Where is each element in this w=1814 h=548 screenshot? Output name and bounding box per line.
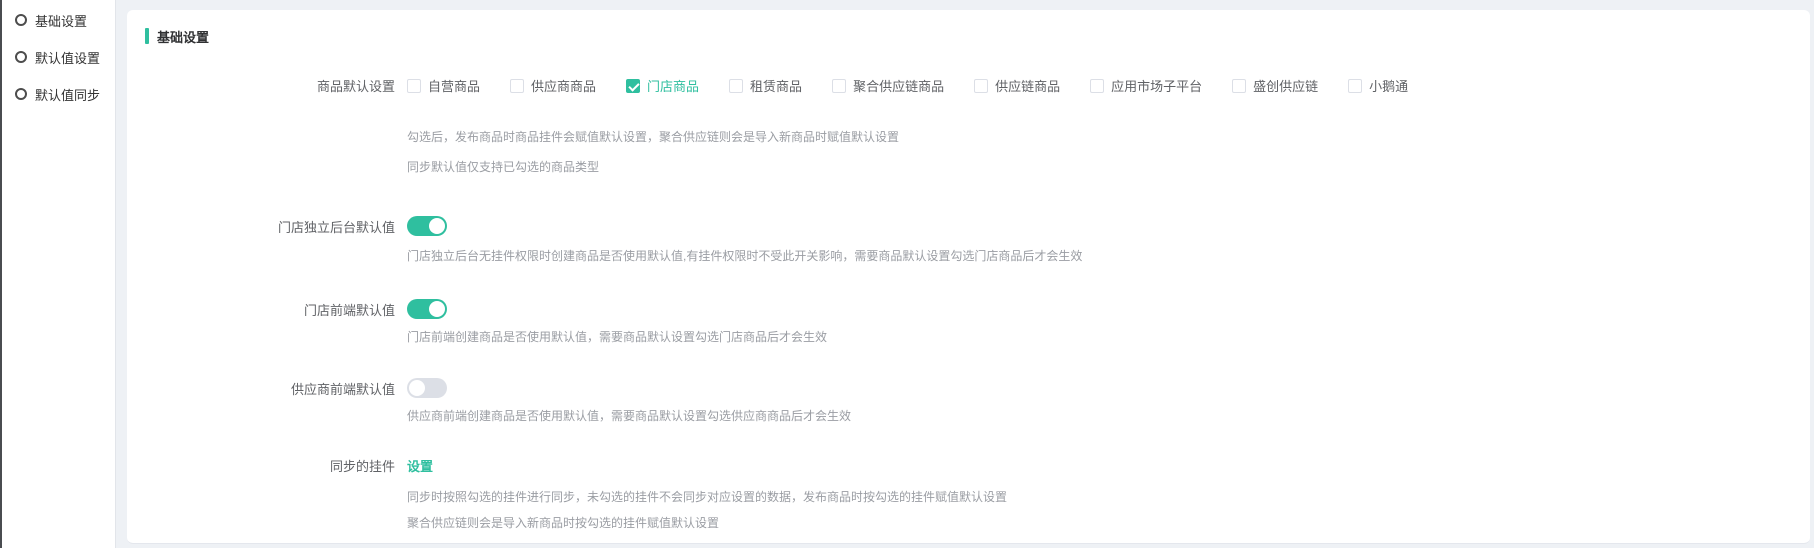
checkbox-product-type-2[interactable]: 门店商品	[626, 76, 699, 95]
supplier-front-default-desc: 供应商前端创建商品是否使用默认值，需要商品默认设置勾选供应商商品后才会生效	[407, 407, 1810, 424]
checkbox-checked-icon	[626, 79, 640, 93]
sidebar-item-2[interactable]: 默认值同步	[15, 84, 115, 104]
checkbox-icon	[729, 79, 743, 93]
checkbox-icon	[407, 79, 421, 93]
checkbox-icon	[1090, 79, 1104, 93]
product-type-checkbox-group: 自营商品 供应商商品 门店商品 租赁商品 聚合供应链商品 供应链商品 应用市场子平台 盛创供应…	[407, 76, 1408, 95]
settings-panel: 基础设置 商品默认设置 自营商品 供应商商品 门店商品 租赁商品 聚合供应链商品 供应链商…	[127, 10, 1810, 544]
checkbox-icon	[974, 79, 988, 93]
product-defaults-hint: 勾选后，发布商品时商品挂件会赋值默认设置，聚合供应链则会是导入新商品时赋值默认设…	[407, 128, 1810, 145]
sidebar-item-label: 基础设置	[35, 11, 87, 30]
row-label: 同步的挂件	[145, 456, 395, 475]
checkbox-label: 租赁商品	[750, 76, 802, 95]
supplier-front-default-toggle[interactable]	[407, 378, 447, 398]
header-accent-bar	[145, 28, 149, 44]
toggle-knob	[409, 380, 425, 396]
row-label: 商品默认设置	[145, 76, 395, 95]
toggle-knob	[429, 301, 445, 317]
checkbox-product-type-7[interactable]: 盛创供应链	[1232, 76, 1318, 95]
checkbox-icon	[832, 79, 846, 93]
store-backend-default-toggle[interactable]	[407, 216, 447, 236]
toggle-knob	[429, 218, 445, 234]
checkbox-product-type-6[interactable]: 应用市场子平台	[1090, 76, 1202, 95]
checkbox-icon	[510, 79, 524, 93]
row-product-default-settings: 商品默认设置 自营商品 供应商商品 门店商品 租赁商品 聚合供应链商品 供应链商品 应用市场…	[145, 76, 1810, 95]
sync-widget-desc-line2: 聚合供应链则会是导入新商品时按勾选的挂件赋值默认设置	[407, 514, 1810, 531]
row-store-backend-default: 门店独立后台默认值	[145, 216, 1810, 236]
checkbox-label: 自营商品	[428, 76, 480, 95]
sidebar-item-0[interactable]: 基础设置	[15, 10, 115, 30]
checkbox-label: 小鹅通	[1369, 76, 1408, 95]
sidebar-item-label: 默认值设置	[35, 48, 100, 67]
store-front-default-desc: 门店前端创建商品是否使用默认值，需要商品默认设置勾选门店商品后才会生效	[407, 328, 1810, 345]
checkbox-label: 供应商商品	[531, 76, 596, 95]
sync-widget-settings-link[interactable]: 设置	[407, 456, 433, 475]
checkbox-label: 供应链商品	[995, 76, 1060, 95]
checkbox-label: 聚合供应链商品	[853, 76, 944, 95]
radio-icon	[15, 51, 27, 63]
row-label: 门店前端默认值	[145, 300, 395, 319]
sync-widget-desc-line1: 同步时按照勾选的挂件进行同步，未勾选的挂件不会同步对应设置的数据，发布商品时按勾…	[407, 488, 1810, 505]
checkbox-product-type-4[interactable]: 聚合供应链商品	[832, 76, 944, 95]
checkbox-product-type-1[interactable]: 供应商商品	[510, 76, 596, 95]
row-store-front-default: 门店前端默认值	[145, 299, 1810, 319]
sync-support-hint: 同步默认值仅支持已勾选的商品类型	[407, 158, 1810, 175]
checkbox-label: 盛创供应链	[1253, 76, 1318, 95]
panel-header: 基础设置	[145, 27, 1810, 45]
row-supplier-front-default: 供应商前端默认值	[145, 378, 1810, 398]
sidebar-item-label: 默认值同步	[35, 85, 100, 104]
checkbox-icon	[1348, 79, 1362, 93]
sidebar-item-1[interactable]: 默认值设置	[15, 47, 115, 67]
radio-icon	[15, 88, 27, 100]
row-label: 供应商前端默认值	[145, 379, 395, 398]
store-backend-default-desc: 门店独立后台无挂件权限时创建商品是否使用默认值,有挂件权限时不受此开关影响，需要…	[407, 247, 1810, 264]
checkbox-product-type-0[interactable]: 自营商品	[407, 76, 480, 95]
checkbox-label: 应用市场子平台	[1111, 76, 1202, 95]
checkbox-product-type-8[interactable]: 小鹅通	[1348, 76, 1408, 95]
checkbox-icon	[1232, 79, 1246, 93]
radio-icon	[15, 14, 27, 26]
checkbox-product-type-3[interactable]: 租赁商品	[729, 76, 802, 95]
checkbox-label: 门店商品	[647, 76, 699, 95]
sidebar-nav: 基础设置默认值设置默认值同步	[2, 0, 116, 548]
row-label: 门店独立后台默认值	[145, 217, 395, 236]
panel-title: 基础设置	[157, 27, 209, 46]
store-front-default-toggle[interactable]	[407, 299, 447, 319]
row-sync-widget: 同步的挂件 设置	[145, 456, 1810, 475]
checkbox-product-type-5[interactable]: 供应链商品	[974, 76, 1060, 95]
